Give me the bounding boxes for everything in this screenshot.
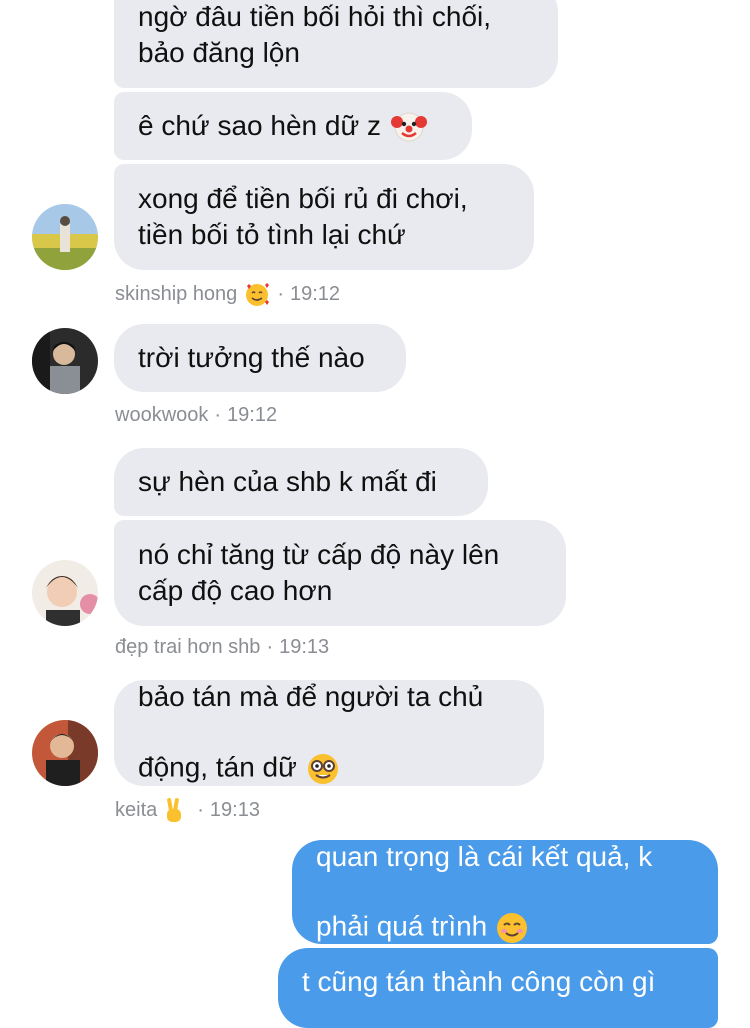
message-bubble[interactable]: ê chứ sao hèn dữ z [114,92,472,160]
avatar[interactable] [32,328,98,394]
separator: · [214,404,222,426]
sender-name[interactable]: keita [115,799,157,822]
message-bubble[interactable]: trời tưởng thế nào [114,324,406,392]
message-bubble[interactable]: xong để tiền bối rủ đi chơi, tiền bối tỏ… [114,164,534,270]
message-text: ê chứ sao hèn dữ z [138,110,381,141]
sender-name[interactable]: wookwook [115,404,208,427]
victory-hand-icon [161,796,187,824]
message-text: xong để tiền bối rủ đi chơi, tiền bối tỏ… [138,183,468,250]
message-text: ngờ đâu tiền bối hỏi thì chối, bảo đăng … [138,1,492,68]
message-text: trời tưởng thế nào [138,342,365,373]
message-text: nó chỉ tăng từ cấp độ này lên cấp độ cao… [138,539,500,606]
sender-info: wookwook · 19:12 [115,404,277,427]
outgoing-message-bubble[interactable]: quan trọng là cái kết quả, k phải quá tr… [292,840,718,944]
avatar[interactable] [32,720,98,786]
message-bubble[interactable]: sự hèn của shb k mất đi [114,448,488,516]
message-bubble[interactable]: nó chỉ tăng từ cấp độ này lên cấp độ cao… [114,520,566,626]
separator: · [197,798,204,821]
message-bubble[interactable]: bảo tán mà để người ta chủ động, tán dữ [114,680,544,786]
avatar[interactable] [32,204,98,270]
outgoing-message-bubble[interactable]: t cũng tán thành công còn gì [278,948,718,1028]
timestamp: 19:13 [209,798,260,821]
message-bubble[interactable]: ngờ đâu tiền bối hỏi thì chối, bảo đăng … [114,0,558,88]
sender-info: skinship hong · 19:12 [115,280,340,308]
timestamp: 19:12 [289,282,341,305]
message-text-content: quan trọng là cái kết quả, k phải quá tr… [316,841,653,942]
timestamp: 19:12 [227,404,278,426]
separator: · [277,282,284,305]
sender-name[interactable]: skinship hong [115,283,237,306]
message-text: t cũng tán thành công còn gì [302,966,656,997]
smiling-face-with-hearts-icon [243,280,271,308]
sender-info: keita · 19:13 [115,796,260,824]
avatar[interactable] [32,560,98,626]
message-text: sự hèn của shb k mất đi [138,466,437,497]
